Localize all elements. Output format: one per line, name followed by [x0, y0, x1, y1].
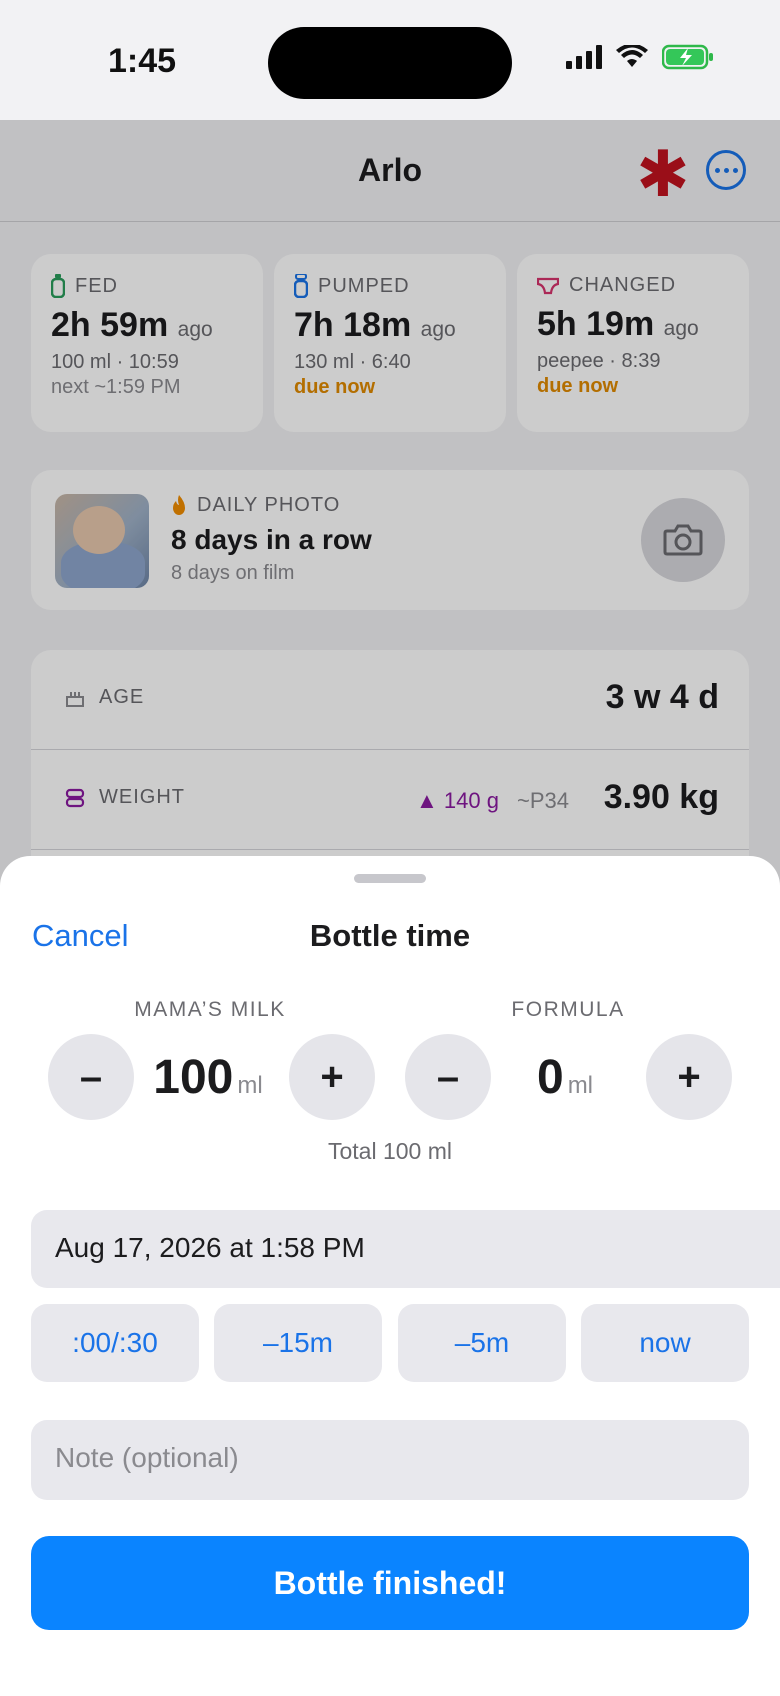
- formula-value: 0: [536, 1051, 564, 1104]
- formula-label: FORMULA: [511, 998, 625, 1021]
- wifi-icon: [616, 45, 648, 67]
- minus-5m-button[interactable]: –5m: [398, 1304, 566, 1382]
- round-half-hour-button[interactable]: :00/:30: [31, 1304, 199, 1382]
- mamas-milk-value: 100: [153, 1051, 234, 1104]
- cancel-button[interactable]: Cancel: [32, 918, 129, 954]
- formula-decrement-button[interactable]: –: [405, 1034, 491, 1120]
- note-field[interactable]: Note (optional): [31, 1420, 749, 1500]
- bottle-sheet: Bottle time Cancel MAMA’S MILK – 100 ml +…: [0, 856, 780, 1696]
- sheet-grabber[interactable]: [354, 874, 426, 883]
- status-bar: 1:45: [0, 0, 780, 120]
- battery-charging-icon: [662, 44, 713, 70]
- mamas-milk-unit: ml: [237, 1072, 263, 1099]
- status-icons: [566, 44, 714, 70]
- formula-increment-button[interactable]: +: [646, 1034, 732, 1120]
- mamas-milk-increment-button[interactable]: +: [289, 1034, 375, 1120]
- mamas-milk-decrement-button[interactable]: –: [48, 1034, 134, 1120]
- signal-icon: [566, 45, 602, 69]
- datetime-picker[interactable]: Aug 17, 2026 at 1:58 PM: [31, 1210, 780, 1288]
- dynamic-island: [268, 27, 512, 99]
- bottle-finished-button[interactable]: Bottle finished!: [31, 1536, 749, 1630]
- formula-amount: 0 ml: [500, 1050, 630, 1105]
- now-button[interactable]: now: [581, 1304, 749, 1382]
- minus-15m-button[interactable]: –15m: [214, 1304, 382, 1382]
- total-amount: Total 100 ml: [327, 1138, 452, 1164]
- mamas-milk-amount: 100 ml: [140, 1050, 276, 1105]
- formula-unit: ml: [567, 1072, 594, 1099]
- mamas-milk-label: MAMA’S MILK: [134, 998, 286, 1021]
- status-time: 1:45: [108, 42, 177, 80]
